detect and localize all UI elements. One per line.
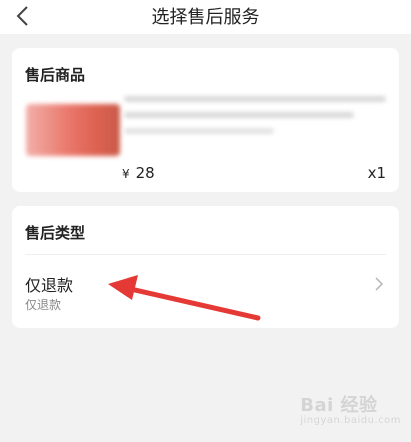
after-sales-goods-card: 售后商品 ¥28 x1 [12, 48, 399, 192]
type-section-title: 售后类型 [25, 224, 86, 242]
divider [25, 254, 386, 255]
goods-section-title: 售后商品 [25, 66, 86, 84]
product-name-blurred [124, 96, 386, 102]
option-sublabel: 仅退款 [25, 298, 62, 312]
baidu-jingyan-watermark: Bai 经验 jingyan.baidu.com [300, 391, 401, 426]
watermark-text: Bai 经验 [300, 395, 378, 416]
product-name-blurred [124, 112, 354, 118]
currency-symbol: ¥ [122, 167, 130, 181]
watermark-url: jingyan.baidu.com [300, 415, 401, 426]
after-sales-type-card: 售后类型 仅退款 仅退款 [12, 206, 399, 328]
product-thumbnail[interactable] [26, 104, 120, 156]
chevron-right-icon [375, 277, 384, 291]
page-title: 选择售后服务 [151, 7, 260, 28]
price-value: 28 [135, 164, 155, 182]
product-quantity: x1 [367, 164, 386, 182]
product-price: ¥28 [122, 164, 155, 182]
product-spec-blurred [124, 128, 274, 134]
option-label: 仅退款 [25, 276, 74, 295]
navigation-bar: 选择售后服务 [0, 0, 411, 34]
refund-only-option[interactable]: 仅退款 仅退款 [12, 262, 399, 318]
